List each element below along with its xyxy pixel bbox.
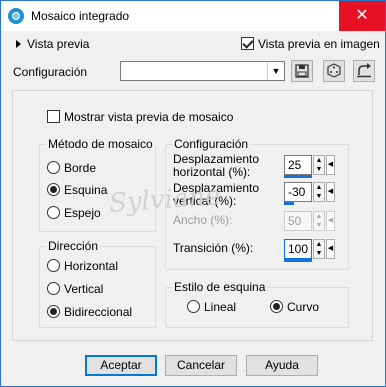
radio-horizontal-label[interactable]: Horizontal	[64, 259, 118, 273]
direction-title: Dirección	[46, 239, 101, 253]
random-button[interactable]	[323, 60, 345, 82]
slider-toggle-icon[interactable]: ◀	[326, 239, 335, 259]
floppy-disk-icon	[295, 64, 309, 78]
horizontal-offset-spinner[interactable]: 25 ▲ ▼ ◀	[284, 155, 340, 178]
up-down-arrows-icon[interactable]: ▲ ▼	[313, 155, 325, 175]
width-label: Ancho (%):	[173, 213, 233, 227]
radio-vertical-label[interactable]: Vertical	[64, 282, 103, 296]
preview-in-image-label[interactable]: Vista previa en imagen	[258, 37, 380, 51]
window-title: Mosaico integrado	[31, 9, 130, 23]
transition-slider[interactable]	[284, 259, 312, 262]
radio-borde[interactable]	[47, 161, 60, 174]
configuration-title: Configuración	[172, 137, 251, 151]
dialog-window: Mosaico integrado ✕ Vista previa Vista p…	[0, 0, 386, 387]
horizontal-offset-input[interactable]: 25	[284, 155, 312, 175]
show-tile-preview-label[interactable]: Mostrar vista previa de mosaico	[64, 110, 233, 124]
slider-toggle-icon[interactable]: ◀	[326, 182, 335, 202]
slider-toggle-icon: ◀	[326, 211, 335, 231]
radio-bidireccional-label[interactable]: Bidireccional	[64, 305, 132, 319]
radio-esquina[interactable]	[47, 183, 60, 196]
save-preset-button[interactable]	[291, 60, 313, 82]
app-icon	[8, 8, 24, 24]
vertical-offset-slider[interactable]	[284, 202, 294, 205]
vertical-offset-input[interactable]: -30	[284, 182, 312, 202]
radio-curvo[interactable]	[270, 300, 283, 313]
ok-button[interactable]: Aceptar	[85, 355, 157, 376]
vertical-offset-spinner[interactable]: -30 ▲ ▼ ◀	[284, 182, 340, 205]
horizontal-offset-label-2: horizontal (%):	[173, 165, 251, 179]
radio-curvo-label[interactable]: Curvo	[287, 300, 319, 314]
radio-espejo-label[interactable]: Espejo	[64, 206, 101, 220]
vertical-offset-label-1: Desplazamiento	[173, 181, 260, 195]
mosaic-method-title: Método de mosaico	[46, 137, 155, 151]
radio-horizontal[interactable]	[47, 259, 60, 272]
transition-label: Transición (%):	[173, 241, 254, 255]
show-tile-preview-checkbox[interactable]	[47, 110, 60, 123]
expand-arrow-icon[interactable]	[16, 40, 21, 48]
title-bar: Mosaico integrado ✕	[1, 1, 385, 31]
preview-in-image-checkbox[interactable]	[241, 37, 254, 50]
radio-espejo[interactable]	[47, 206, 60, 219]
transition-input[interactable]: 100	[284, 239, 312, 259]
up-down-arrows-icon: ▲ ▼	[313, 211, 325, 231]
close-button[interactable]: ✕	[339, 1, 385, 31]
transition-spinner[interactable]: 100 ▲ ▼ ◀	[284, 239, 340, 262]
corner-style-title: Estilo de esquina	[172, 280, 268, 294]
up-down-arrows-icon[interactable]: ▲ ▼	[313, 182, 325, 202]
reset-button[interactable]	[353, 60, 375, 82]
chevron-down-icon[interactable]: ▼	[267, 62, 284, 80]
vertical-offset-label-2: vertical (%):	[173, 194, 237, 208]
radio-borde-label[interactable]: Borde	[64, 161, 96, 175]
width-spinner: 50 ▲ ▼ ◀	[284, 211, 340, 231]
cancel-button[interactable]: Cancelar	[165, 355, 237, 376]
horizontal-offset-label-1: Desplazamiento	[173, 152, 260, 166]
radio-esquina-label[interactable]: Esquina	[64, 183, 107, 197]
help-button[interactable]: Ayuda	[246, 355, 318, 376]
horizontal-offset-slider[interactable]	[284, 175, 312, 178]
config-dropdown[interactable]: ▼	[120, 61, 285, 81]
dice-icon	[327, 63, 341, 78]
radio-vertical[interactable]	[47, 282, 60, 295]
width-input: 50	[284, 211, 312, 231]
radio-lineal[interactable]	[187, 300, 200, 313]
up-down-arrows-icon[interactable]: ▲ ▼	[313, 239, 325, 259]
reset-icon	[357, 63, 371, 78]
preview-toggle-label[interactable]: Vista previa	[27, 37, 89, 51]
slider-toggle-icon[interactable]: ◀	[326, 155, 335, 175]
radio-lineal-label[interactable]: Lineal	[204, 300, 236, 314]
config-label: Configuración	[13, 65, 88, 79]
radio-bidireccional[interactable]	[47, 305, 60, 318]
